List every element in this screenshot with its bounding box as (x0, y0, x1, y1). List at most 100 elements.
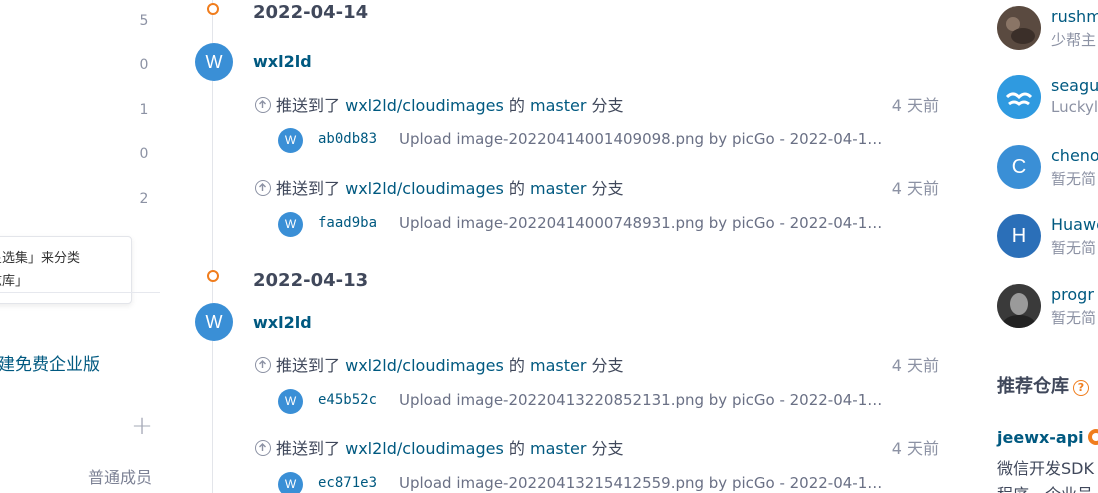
stat-count: 0 (139, 57, 149, 73)
event-time: 4 天前 (891, 96, 939, 115)
push-arrow-icon (255, 180, 271, 196)
push-mid: 的 (508, 96, 525, 115)
plus-icon[interactable]: + (130, 413, 154, 439)
push-prefix: 推送到了 (276, 96, 341, 115)
push-event: 推送到了 wxl2ld/cloudimages 的 master 分支 4 天前 (255, 175, 945, 199)
member-item[interactable]: seagu Luckyl (997, 75, 1098, 121)
member-item[interactable]: H Huawe 暂无简 (997, 214, 1098, 260)
recommend-repo-link[interactable]: jeewx-api (997, 428, 1084, 447)
push-suffix: 分支 (591, 96, 624, 115)
commit-row: W e45b52c Upload image-20220413220852131… (278, 389, 898, 415)
push-mid: 的 (508, 356, 525, 375)
recommend-repo[interactable]: jeewx-api (997, 428, 1098, 447)
repo-link[interactable]: wxl2ld/cloudimages (345, 179, 504, 198)
push-prefix: 推送到了 (276, 439, 341, 458)
right-sidebar: rushm 少帮主 seagu Luckyl C cheno 暂无简 H Hua… (990, 0, 1098, 493)
push-mid: 的 (508, 179, 525, 198)
create-enterprise-link[interactable]: 建免费企业版 (0, 350, 100, 375)
push-prefix: 推送到了 (276, 356, 341, 375)
repo-link[interactable]: wxl2ld/cloudimages (345, 96, 504, 115)
user-name-link[interactable]: wxl2ld (253, 52, 312, 71)
avatar[interactable] (997, 284, 1041, 328)
push-suffix: 分支 (591, 179, 624, 198)
recommend-repo-desc: 微信开发SDK 程序、企业号 (997, 456, 1098, 493)
avatar[interactable]: W (195, 43, 233, 81)
branch-link[interactable]: master (530, 356, 586, 375)
push-arrow-icon (255, 357, 271, 373)
avatar[interactable]: C (997, 145, 1041, 189)
stat-count: 5 (139, 13, 149, 29)
push-suffix: 分支 (591, 439, 624, 458)
member-name[interactable]: progr (1051, 285, 1094, 304)
avatar[interactable]: W (278, 212, 303, 237)
member-desc: Luckyl (1051, 98, 1098, 116)
recommend-badge-icon (1087, 429, 1098, 445)
stat-count: 1 (139, 102, 149, 118)
commit-sha-link[interactable]: ec871e3 (318, 475, 377, 491)
push-event: 推送到了 wxl2ld/cloudimages 的 master 分支 4 天前 (255, 352, 945, 376)
recommend-desc-line: 程序、企业号 (997, 482, 1098, 493)
event-time: 4 天前 (891, 356, 939, 375)
push-prefix: 推送到了 (276, 179, 341, 198)
repo-link[interactable]: wxl2ld/cloudimages (345, 439, 504, 458)
left-sidebar: 5 0 1 0 2 星选集」来分类 弦库」 建免费企业版 + 普通成员 (0, 0, 165, 493)
divider (0, 292, 160, 293)
member-name[interactable]: cheno (1051, 146, 1098, 165)
member-desc: 暂无简 (1051, 309, 1097, 327)
page: 5 0 1 0 2 星选集」来分类 弦库」 建免费企业版 + 普通成员 2022… (0, 0, 1098, 493)
member-name[interactable]: rushm (1051, 7, 1098, 26)
avatar[interactable]: W (278, 389, 303, 414)
member-item[interactable]: C cheno 暂无简 (997, 145, 1098, 191)
push-suffix: 分支 (591, 356, 624, 375)
member-role-label: 普通成员 (88, 468, 153, 487)
avatar[interactable] (997, 75, 1041, 119)
timeline-dot (207, 270, 219, 282)
avatar[interactable]: H (997, 214, 1041, 258)
push-arrow-icon (255, 97, 271, 113)
tooltip: 星选集」来分类 弦库」 (0, 236, 132, 304)
member-item[interactable]: rushm 少帮主 (997, 6, 1098, 52)
commit-message: Upload image-20220414001409098.png by pi… (399, 130, 889, 148)
stat-count: 0 (139, 146, 149, 162)
stat-count: 2 (139, 191, 149, 207)
commit-row: W ec871e3 Upload image-20220413215412559… (278, 472, 898, 493)
help-icon[interactable]: ? (1073, 380, 1089, 396)
event-time: 4 天前 (891, 439, 939, 458)
push-arrow-icon (255, 440, 271, 456)
repo-link[interactable]: wxl2ld/cloudimages (345, 356, 504, 375)
commit-row: W ab0db83 Upload image-20220414001409098… (278, 128, 898, 154)
member-desc: 少帮主 (1051, 31, 1097, 49)
commit-sha-link[interactable]: ab0db83 (318, 131, 377, 147)
member-name[interactable]: seagu (1051, 76, 1098, 95)
date-heading: 2022-04-14 (253, 2, 369, 23)
avatar[interactable]: W (278, 472, 303, 493)
commit-message: Upload image-20220413220852131.png by pi… (399, 391, 889, 409)
tooltip-line: 弦库」 (0, 274, 29, 289)
commit-message: Upload image-20220413215412559.png by pi… (399, 474, 889, 492)
branch-link[interactable]: master (530, 439, 586, 458)
member-name[interactable]: Huawe (1051, 215, 1098, 234)
member-desc: 暂无简 (1051, 239, 1097, 257)
recommend-desc-line: 微信开发SDK (997, 459, 1094, 478)
recommend-title-text: 推荐仓库 (997, 376, 1069, 397)
date-heading: 2022-04-13 (253, 270, 369, 291)
push-mid: 的 (508, 439, 525, 458)
commit-sha-link[interactable]: e45b52c (318, 392, 377, 408)
member-desc: 暂无简 (1051, 170, 1097, 188)
branch-link[interactable]: master (530, 179, 586, 198)
tooltip-line: 星选集」来分类 (0, 251, 81, 266)
avatar[interactable] (997, 6, 1041, 50)
branch-link[interactable]: master (530, 96, 586, 115)
recommend-title: 推荐仓库? (997, 372, 1089, 398)
avatar[interactable]: W (278, 128, 303, 153)
user-name-link[interactable]: wxl2ld (253, 313, 312, 332)
avatar[interactable]: W (195, 303, 233, 341)
timeline-dot (207, 3, 219, 15)
event-time: 4 天前 (891, 179, 939, 198)
commit-row: W faad9ba Upload image-20220414000748931… (278, 212, 898, 238)
commit-message: Upload image-20220414000748931.png by pi… (399, 214, 889, 232)
commit-sha-link[interactable]: faad9ba (318, 215, 377, 231)
member-item[interactable]: progr 暂无简 (997, 284, 1098, 330)
push-event: 推送到了 wxl2ld/cloudimages 的 master 分支 4 天前 (255, 435, 945, 459)
push-event: 推送到了 wxl2ld/cloudimages 的 master 分支 4 天前 (255, 92, 945, 116)
